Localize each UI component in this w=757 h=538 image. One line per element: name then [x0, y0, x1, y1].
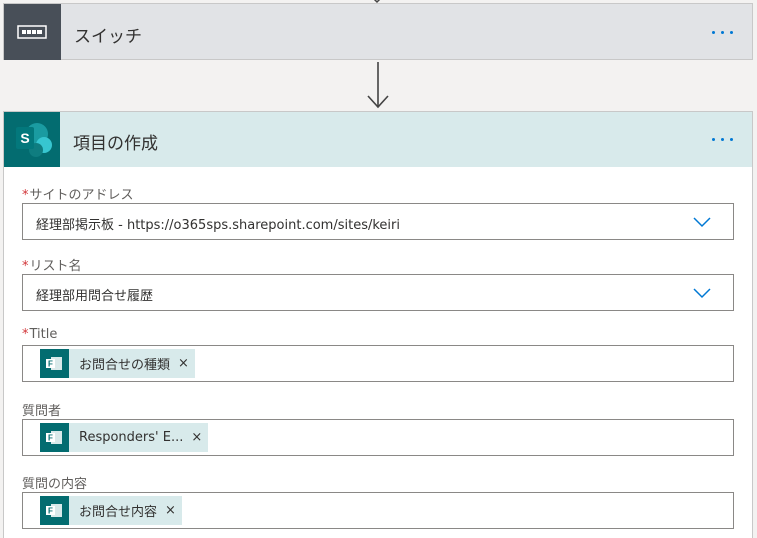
chevron-down-icon[interactable] — [693, 217, 711, 228]
forms-icon: F — [40, 349, 69, 378]
switch-icon — [4, 4, 61, 60]
more-icon — [712, 31, 715, 34]
list-name-dropdown[interactable]: 経理部用問合せ履歴 — [22, 274, 734, 311]
create-item-header[interactable]: S 項目の作成 — [4, 112, 752, 167]
site-address-label: *サイトのアドレス — [22, 188, 134, 203]
questioner-input[interactable]: F Responders' E... × — [22, 419, 734, 456]
title-input[interactable]: F お問合せの種類 × — [22, 345, 734, 382]
close-icon[interactable]: × — [178, 356, 189, 371]
questioner-label: 質問者 — [22, 404, 62, 419]
dynamic-content-token[interactable]: F お問合せ内容 × — [40, 496, 182, 525]
flow-canvas: スイッチ S 項目の作成 *サイトのアドレス 経理部掲示板 - https://… — [0, 0, 757, 538]
forms-icon: F — [40, 423, 69, 452]
switch-step-title: スイッチ — [74, 27, 142, 47]
list-name-label: *リスト名 — [22, 259, 82, 274]
connector-arrow-icon — [367, 62, 389, 109]
switch-step-card[interactable]: スイッチ — [3, 3, 753, 60]
create-item-step-card: S 項目の作成 *サイトのアドレス 経理部掲示板 - https://o365s… — [3, 111, 753, 538]
token-label: お問合せの種類 — [79, 358, 171, 373]
create-more-button[interactable] — [708, 128, 748, 152]
svg-text:F: F — [48, 360, 53, 369]
switch-more-button[interactable] — [708, 21, 748, 45]
close-icon[interactable]: × — [191, 430, 202, 445]
sharepoint-icon: S — [4, 112, 60, 167]
token-label: Responders' E... — [79, 430, 184, 445]
create-item-title: 項目の作成 — [73, 134, 158, 154]
list-name-value: 経理部用問合せ履歴 — [36, 289, 154, 304]
chevron-down-icon[interactable] — [693, 288, 711, 299]
more-icon — [712, 138, 715, 141]
site-address-value: 経理部掲示板 - https://o365sps.sharepoint.com/… — [36, 218, 400, 233]
question-content-label: 質問の内容 — [22, 477, 88, 492]
dynamic-content-token[interactable]: F お問合せの種類 × — [40, 349, 195, 378]
title-field-label: *Title — [22, 327, 58, 342]
svg-text:F: F — [48, 434, 53, 443]
svg-text:F: F — [48, 507, 53, 516]
site-address-dropdown[interactable]: 経理部掲示板 - https://o365sps.sharepoint.com/… — [22, 203, 734, 240]
question-content-input[interactable]: F お問合せ内容 × — [22, 492, 734, 529]
dynamic-content-token[interactable]: F Responders' E... × — [40, 423, 209, 452]
svg-text:S: S — [20, 130, 29, 146]
forms-icon: F — [40, 496, 69, 525]
token-label: お問合せ内容 — [79, 505, 158, 520]
close-icon[interactable]: × — [165, 503, 176, 518]
